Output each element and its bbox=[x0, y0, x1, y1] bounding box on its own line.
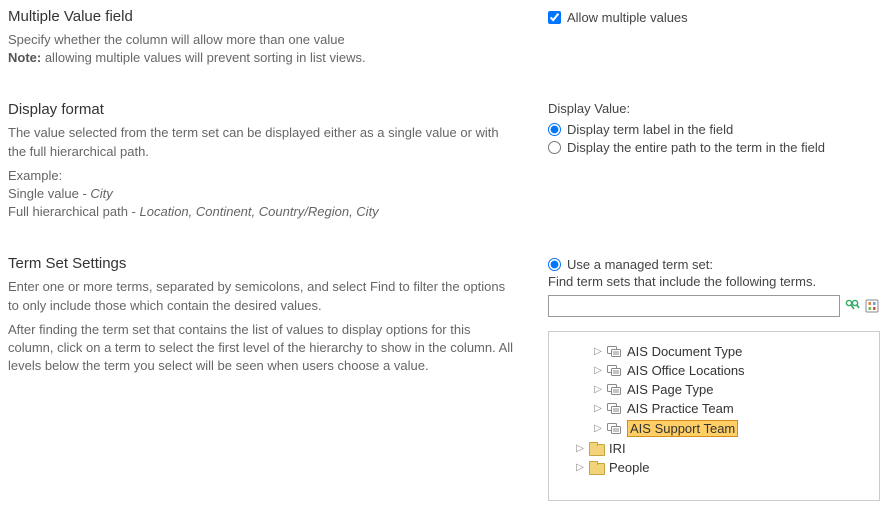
display-radio2-text: Display the entire path to the term in t… bbox=[567, 140, 825, 155]
tree-node[interactable]: ▷ People bbox=[557, 458, 871, 477]
termset-icon bbox=[607, 383, 623, 397]
example-label: Example: bbox=[8, 168, 62, 183]
use-managed-label[interactable]: Use a managed term set: bbox=[548, 257, 713, 272]
termset-search-input[interactable] bbox=[548, 295, 840, 317]
termset-desc1: Enter one or more terms, separated by se… bbox=[8, 278, 518, 314]
display-radio1-label[interactable]: Display term label in the field bbox=[548, 122, 880, 137]
tree-node[interactable]: ▷ AIS Support Team bbox=[557, 418, 871, 439]
termset-tree[interactable]: ▷ AIS Document Type▷ AIS Office Location… bbox=[548, 331, 880, 501]
tree-node[interactable]: ▷ AIS Office Locations bbox=[557, 361, 871, 380]
multi-note-rest: allowing multiple values will prevent so… bbox=[41, 50, 365, 65]
tree-node-label[interactable]: People bbox=[609, 460, 649, 475]
tree-node-label[interactable]: AIS Page Type bbox=[627, 382, 714, 397]
allow-multi-checkbox[interactable] bbox=[548, 11, 561, 24]
find-icon[interactable] bbox=[844, 298, 860, 314]
expand-icon[interactable]: ▷ bbox=[593, 346, 603, 357]
tree-node[interactable]: ▷ AIS Document Type bbox=[557, 342, 871, 361]
multi-heading: Multiple Value field bbox=[8, 8, 518, 25]
termset-desc2: After finding the term set that contains… bbox=[8, 321, 518, 376]
find-hint: Find term sets that include the followin… bbox=[548, 274, 880, 289]
tree-node[interactable]: ▷ IRI bbox=[557, 439, 871, 458]
tree-node-label[interactable]: AIS Office Locations bbox=[627, 363, 745, 378]
use-managed-radio[interactable] bbox=[548, 258, 561, 271]
tree-node-label[interactable]: IRI bbox=[609, 441, 626, 456]
multi-desc: Specify whether the column will allow mo… bbox=[8, 31, 518, 67]
display-radio2[interactable] bbox=[548, 141, 561, 154]
tree-node[interactable]: ▷ AIS Practice Team bbox=[557, 399, 871, 418]
tree-node[interactable]: ▷ AIS Page Type bbox=[557, 380, 871, 399]
termset-heading: Term Set Settings bbox=[8, 255, 518, 272]
tree-node-label[interactable]: AIS Document Type bbox=[627, 344, 742, 359]
display-radio2-label[interactable]: Display the entire path to the term in t… bbox=[548, 140, 880, 155]
expand-icon[interactable]: ▷ bbox=[593, 423, 603, 434]
expand-icon[interactable]: ▷ bbox=[575, 462, 585, 473]
termset-icon bbox=[607, 422, 623, 436]
multi-desc-line1: Specify whether the column will allow mo… bbox=[8, 32, 345, 47]
use-managed-text: Use a managed term set: bbox=[567, 257, 713, 272]
display-radio1-text: Display term label in the field bbox=[567, 122, 733, 137]
multi-note-prefix: Note: bbox=[8, 50, 41, 65]
tree-node-label[interactable]: AIS Support Team bbox=[627, 420, 738, 437]
example-single-prefix: Single value - bbox=[8, 186, 90, 201]
allow-multi-text: Allow multiple values bbox=[567, 10, 688, 25]
expand-icon[interactable]: ▷ bbox=[593, 384, 603, 395]
display-example: Example: Single value - City Full hierar… bbox=[8, 167, 518, 222]
display-heading: Display format bbox=[8, 101, 518, 118]
reset-icon[interactable] bbox=[864, 298, 880, 314]
termset-icon bbox=[607, 345, 623, 359]
folder-icon bbox=[589, 442, 605, 456]
termset-icon bbox=[607, 364, 623, 378]
expand-icon[interactable]: ▷ bbox=[593, 403, 603, 414]
allow-multi-label[interactable]: Allow multiple values bbox=[548, 10, 688, 25]
tree-node-label[interactable]: AIS Practice Team bbox=[627, 401, 734, 416]
expand-icon[interactable]: ▷ bbox=[593, 365, 603, 376]
example-full-italic: Location, Continent, Country/Region, Cit… bbox=[140, 204, 379, 219]
display-radio1[interactable] bbox=[548, 123, 561, 136]
example-single-italic: City bbox=[90, 186, 112, 201]
expand-icon[interactable]: ▷ bbox=[575, 443, 585, 454]
display-desc: The value selected from the term set can… bbox=[8, 124, 518, 160]
display-value-heading: Display Value: bbox=[548, 101, 880, 116]
example-full-prefix: Full hierarchical path - bbox=[8, 204, 140, 219]
termset-icon bbox=[607, 402, 623, 416]
folder-icon bbox=[589, 461, 605, 475]
